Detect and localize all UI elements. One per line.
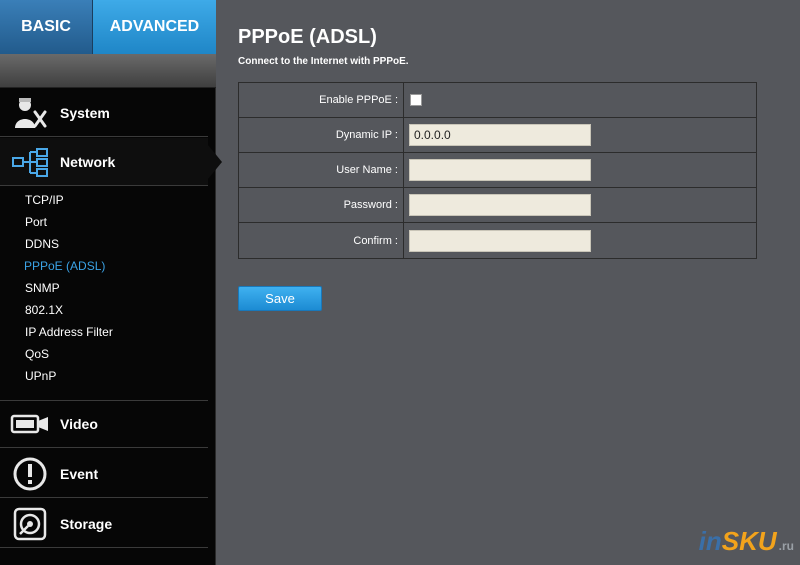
- dynamic-ip-field[interactable]: [409, 124, 591, 146]
- enable-pppoe-checkbox[interactable]: [410, 94, 422, 106]
- username-label: User Name :: [239, 153, 404, 187]
- storage-disk-icon: [0, 500, 60, 548]
- watermark-sku: SKU: [721, 526, 777, 556]
- form-row-username: User Name :: [239, 153, 756, 188]
- sidebar-item-tcp-ip[interactable]: TCP/IP: [0, 189, 208, 211]
- menu-event[interactable]: Event: [0, 450, 208, 498]
- tab-advanced[interactable]: ADVANCED: [93, 0, 216, 63]
- video-camera-icon: [0, 400, 60, 448]
- confirm-password-field[interactable]: [409, 229, 591, 252]
- mode-tabs: BASIC ADVANCED: [0, 0, 216, 63]
- password-field[interactable]: [409, 194, 591, 216]
- menu-video[interactable]: Video: [0, 400, 208, 448]
- save-button[interactable]: Save: [238, 286, 322, 311]
- tab-strip: [0, 54, 216, 88]
- menu-system[interactable]: System: [0, 89, 208, 137]
- sidebar-item-upnp[interactable]: UPnP: [0, 365, 208, 387]
- sidebar-item-802-1x[interactable]: 802.1X: [0, 299, 208, 321]
- enable-pppoe-label: Enable PPPoE :: [239, 83, 404, 117]
- sidebar-item-qos[interactable]: QoS: [0, 343, 208, 365]
- menu-event-label: Event: [60, 465, 99, 482]
- form-row-dynamic-ip: Dynamic IP :: [239, 118, 756, 153]
- menu-system-label: System: [60, 104, 110, 121]
- pppoe-form: Enable PPPoE : Dynamic IP : User Name : …: [238, 82, 757, 259]
- page-subtitle: Connect to the Internet with PPPoE.: [238, 56, 409, 67]
- menu-storage-label: Storage: [60, 515, 113, 532]
- alert-icon: [0, 450, 60, 498]
- sidebar-item-ddns[interactable]: DDNS: [0, 233, 208, 255]
- sidebar-item-pppoe-adsl[interactable]: PPPoE (ADSL): [0, 255, 208, 277]
- confirm-label: Confirm :: [239, 223, 404, 258]
- sidebar-item-snmp[interactable]: SNMP: [0, 277, 208, 299]
- dynamic-ip-label: Dynamic IP :: [239, 118, 404, 152]
- watermark-logo: inSKU .ru: [699, 526, 794, 557]
- system-admin-icon: [0, 89, 60, 137]
- sidebar-item-ip-address-filter[interactable]: IP Address Filter: [0, 321, 208, 343]
- menu-storage[interactable]: Storage: [0, 500, 208, 548]
- form-row-confirm: Confirm :: [239, 223, 756, 258]
- watermark-in: in: [698, 526, 722, 556]
- menu-network[interactable]: Network: [0, 138, 208, 186]
- menu-video-label: Video: [60, 416, 98, 432]
- tab-basic[interactable]: BASIC: [0, 0, 93, 54]
- network-submenu: TCP/IP Port DDNS PPPoE (ADSL) SNMP 802.1X IP A…: [0, 189, 208, 387]
- main-content: PPPoE (ADSL) Connect to the Internet wit…: [216, 0, 800, 565]
- network-tree-icon: [0, 138, 60, 186]
- form-row-enable: Enable PPPoE :: [239, 83, 756, 118]
- password-label: Password :: [239, 188, 404, 222]
- username-field[interactable]: [409, 159, 591, 181]
- sidebar-item-port[interactable]: Port: [0, 211, 208, 233]
- menu-network-label: Network: [60, 153, 116, 170]
- watermark-ru: .ru: [778, 539, 794, 553]
- page-title: PPPoE (ADSL): [238, 26, 377, 48]
- sidebar: BASIC ADVANCED System Network TCP/IP Por…: [0, 0, 222, 565]
- form-row-password: Password :: [239, 188, 756, 223]
